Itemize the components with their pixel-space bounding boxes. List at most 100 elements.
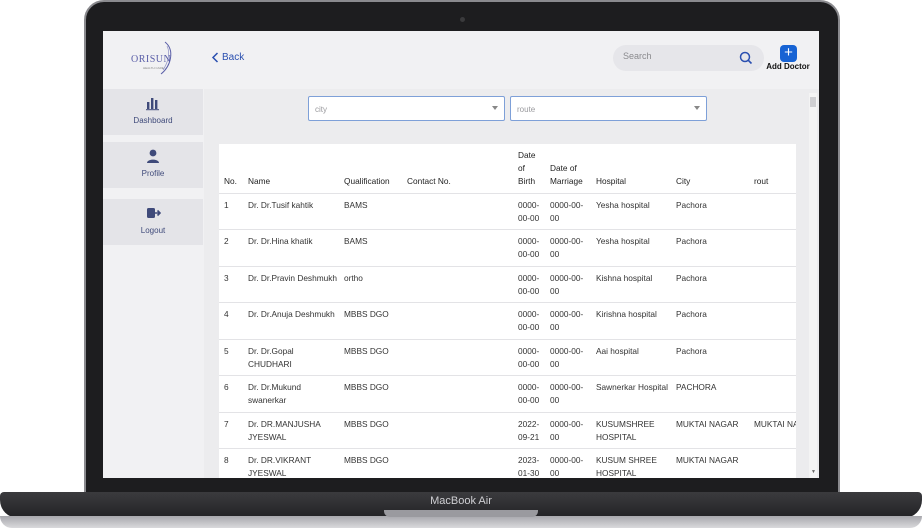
- chevron-down-icon: [694, 106, 700, 110]
- chevron-down-icon: [492, 106, 498, 110]
- table-cell: BAMS: [339, 193, 402, 230]
- table-cell: [749, 229, 796, 267]
- table-cell: [402, 448, 513, 478]
- table-cell: MBBS DGO: [339, 302, 402, 340]
- table-cell: Dr. Dr.Gopal CHUDHARI: [243, 339, 339, 376]
- table-cell: Pachora: [671, 193, 749, 230]
- table-cell: Pachora: [671, 229, 749, 267]
- table-row[interactable]: 4 Dr. Dr.Anuja Deshmukh MBBS DGO 0000-00-00…: [219, 302, 796, 340]
- table-header-cell: No.: [219, 144, 243, 194]
- sidebar: Dashboard Profile Logout: [103, 89, 203, 478]
- table-cell: 7: [219, 412, 243, 449]
- user-icon: [147, 149, 159, 163]
- table-cell: 4: [219, 302, 243, 340]
- table-cell: MUKTAI NAGAR: [671, 412, 749, 449]
- route-select-value: route: [517, 105, 536, 114]
- table-cell: MUKTAI NAGAR: [671, 448, 749, 478]
- table-cell: KUSUM SHREE HOSPITAL: [591, 448, 671, 478]
- table-header-cell: Date of Marriage: [545, 144, 591, 194]
- add-doctor-button[interactable]: + Add Doctor: [765, 45, 811, 75]
- sidebar-item-dashboard[interactable]: Dashboard: [103, 89, 203, 135]
- table-cell: 0000-00-00: [545, 448, 591, 478]
- table-cell: [402, 412, 513, 449]
- sidebar-item-label: Logout: [140, 226, 166, 235]
- logo: ORISUN HEALTH CARE: [131, 40, 177, 78]
- table-cell: Dr. Dr.Anuja Deshmukh: [243, 302, 339, 340]
- table-cell: 0000-00-00: [545, 229, 591, 267]
- scrollbar[interactable]: ▼: [809, 93, 817, 478]
- table-cell: 2022-09-21: [513, 412, 545, 449]
- route-select[interactable]: route: [510, 96, 707, 121]
- table-cell: [402, 302, 513, 340]
- table-row[interactable]: 7 Dr. DR.MANJUSHA JYESWAL MBBS DGO 2022-09-…: [219, 412, 796, 449]
- camera-icon: [460, 17, 465, 22]
- back-button[interactable]: Back: [211, 52, 244, 63]
- table-cell: [749, 193, 796, 230]
- table-row[interactable]: 8 Dr. DR.VIKRANT JYESWAL MBBS DGO 2023-01-3…: [219, 448, 796, 478]
- table-cell: [749, 266, 796, 303]
- table-cell: MUKTAI NAGAR: [749, 412, 796, 449]
- table-cell: [402, 375, 513, 413]
- city-select-value: city: [315, 105, 327, 114]
- table-cell: 0000-00-00: [513, 266, 545, 303]
- table-cell: KUSUMSHREE HOSPITAL: [591, 412, 671, 449]
- table-cell: Dr. DR.MANJUSHA JYESWAL: [243, 412, 339, 449]
- table-cell: Kirishna hospital: [591, 302, 671, 340]
- table-cell: [749, 339, 796, 376]
- table-cell: BAMS: [339, 229, 402, 267]
- table-cell: MBBS DGO: [339, 412, 402, 449]
- table-header-cell: Qualification: [339, 144, 402, 194]
- search-icon[interactable]: [738, 50, 754, 66]
- sidebar-item-logout[interactable]: Logout: [103, 199, 203, 245]
- table-cell: Dr. Dr.Mukund swanerkar: [243, 375, 339, 413]
- table-header-cell: City: [671, 144, 749, 194]
- table-cell: Dr. DR.VIKRANT JYESWAL: [243, 448, 339, 478]
- table-row[interactable]: 1 Dr. Dr.Tusif kahtik BAMS 0000-00-00 0000-0…: [219, 193, 796, 230]
- table-cell: 0000-00-00: [513, 375, 545, 413]
- bar-chart-icon: [146, 98, 159, 111]
- table-cell: Pachora: [671, 302, 749, 340]
- table-header-cell: Hospital: [591, 144, 671, 194]
- table-cell: [749, 302, 796, 340]
- scroll-down-arrow-icon[interactable]: ▼: [811, 469, 816, 475]
- doctor-table: No. Name Qualification Contact No. Date of B…: [219, 144, 796, 478]
- device-label: MacBook Air: [430, 495, 492, 507]
- table-cell: Aai hospital: [591, 339, 671, 376]
- table-cell: ortho: [339, 266, 402, 303]
- table-cell: 3: [219, 266, 243, 303]
- table-body: 1 Dr. Dr.Tusif kahtik BAMS 0000-00-00 0000-0…: [219, 193, 796, 478]
- table-row[interactable]: 3 Dr. Dr.Pravin Deshmukh ortho 0000-00-00 00…: [219, 266, 796, 303]
- table-cell: 0000-00-00: [545, 339, 591, 376]
- table-cell: MBBS DGO: [339, 375, 402, 413]
- search-input[interactable]: [623, 51, 733, 61]
- scrollbar-thumb[interactable]: [810, 97, 816, 107]
- table-cell: Yesha hospital: [591, 229, 671, 267]
- table-cell: MBBS DGO: [339, 339, 402, 376]
- table-header-cell: Name: [243, 144, 339, 194]
- table-cell: 0000-00-00: [513, 229, 545, 267]
- doctor-table-container: No. Name Qualification Contact No. Date of B…: [219, 144, 796, 478]
- logo-subtitle: HEALTH CARE: [143, 66, 164, 70]
- sidebar-item-label: Profile: [141, 169, 165, 178]
- city-select[interactable]: city: [308, 96, 505, 121]
- table-cell: Dr. Dr.Pravin Deshmukh: [243, 266, 339, 303]
- table-cell: 0000-00-00: [545, 375, 591, 413]
- table-row[interactable]: 5 Dr. Dr.Gopal CHUDHARI MBBS DGO 0000-00-00…: [219, 339, 796, 376]
- app-screen: ORISUN HEALTH CARE Back + Add Doctor: [103, 31, 819, 478]
- table-cell: [402, 339, 513, 376]
- sidebar-item-profile[interactable]: Profile: [103, 142, 203, 188]
- table-cell: [402, 266, 513, 303]
- table-cell: Dr. Dr.Hina khatik: [243, 229, 339, 267]
- table-cell: 1: [219, 193, 243, 230]
- table-cell: [749, 375, 796, 413]
- laptop-frame: ORISUN HEALTH CARE Back + Add Doctor: [0, 0, 922, 530]
- chevron-left-icon: [211, 52, 219, 63]
- table-cell: Pachora: [671, 339, 749, 376]
- table-row[interactable]: 2 Dr. Dr.Hina khatik BAMS 0000-00-00 0000-00…: [219, 229, 796, 267]
- table-cell: 0000-00-00: [513, 193, 545, 230]
- table-cell: 0000-00-00: [545, 412, 591, 449]
- table-row[interactable]: 6 Dr. Dr.Mukund swanerkar MBBS DGO 0000-00-…: [219, 375, 796, 413]
- table-cell: [749, 448, 796, 478]
- table-cell: 0000-00-00: [545, 302, 591, 340]
- sidebar-item-label: Dashboard: [133, 116, 173, 125]
